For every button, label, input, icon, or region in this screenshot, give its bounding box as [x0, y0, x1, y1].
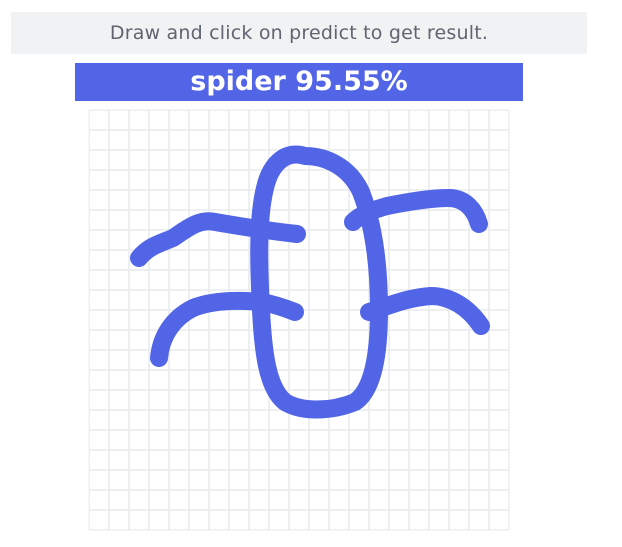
prediction-label: spider 95.55% — [190, 66, 408, 97]
drawing-canvas-surface[interactable] — [89, 110, 509, 530]
prediction-result: spider 95.55% — [75, 63, 523, 101]
instruction-bar: Draw and click on predict to get result. — [11, 12, 587, 54]
drawing-stroke-leg-upper-left — [130, 212, 306, 267]
drawing-canvas[interactable] — [89, 110, 509, 530]
drawing-stroke-leg-upper-right — [344, 189, 488, 233]
drawing-stroke-body — [250, 145, 388, 419]
instruction-text: Draw and click on predict to get result. — [109, 22, 489, 44]
